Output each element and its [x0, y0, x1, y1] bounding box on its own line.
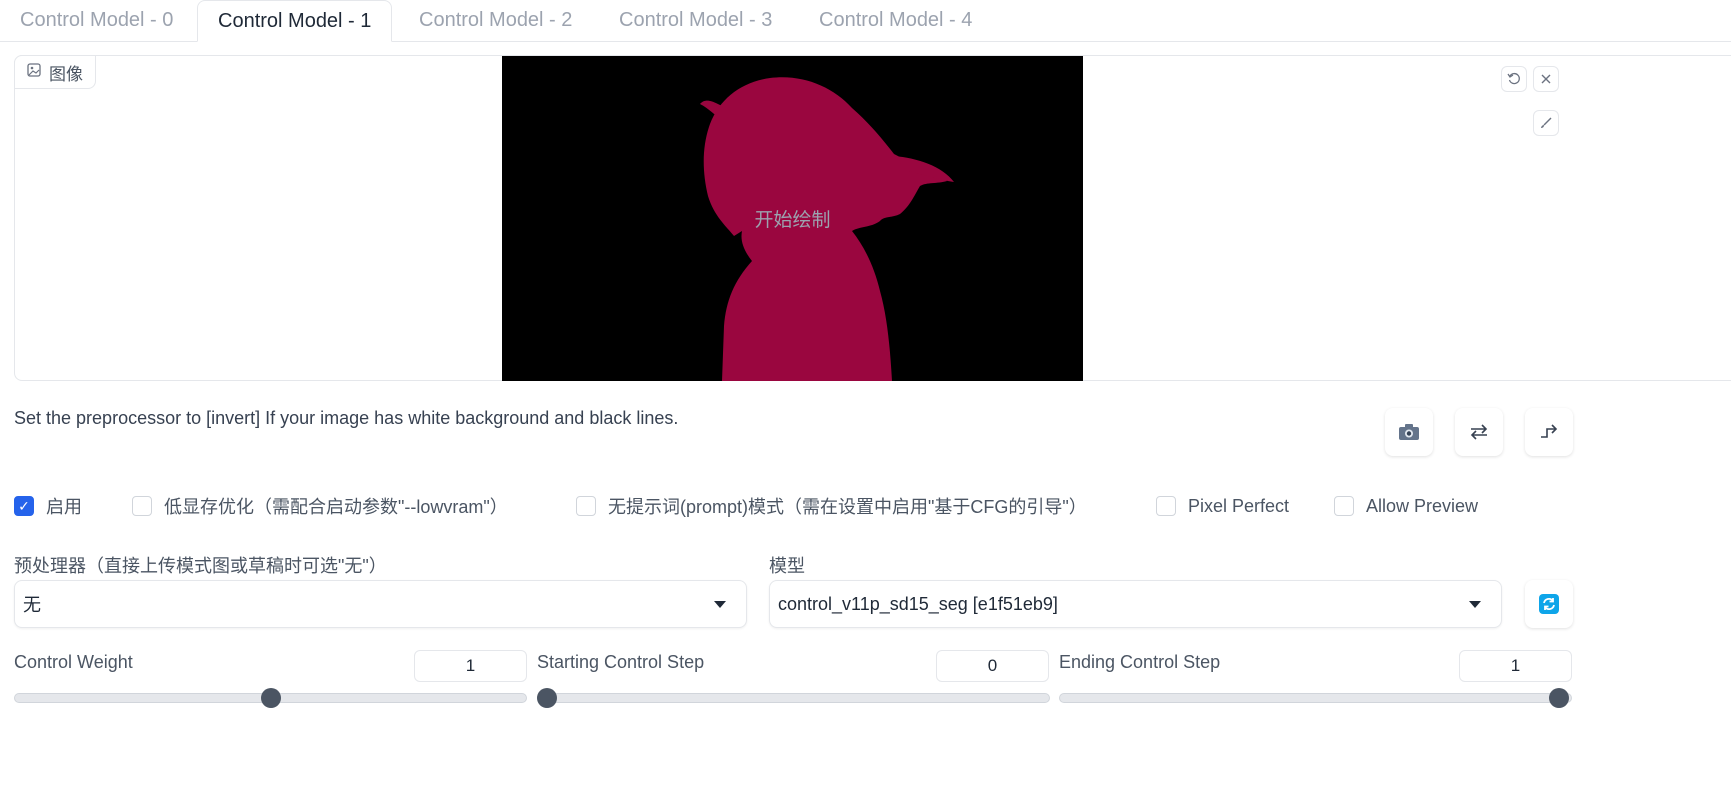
guess-mode-label: 无提示词(prompt)模式（需在设置中启用"基于CFG的引导"） [608, 497, 1087, 517]
pixel-perfect-label: Pixel Perfect [1188, 495, 1290, 516]
pixel-perfect-checkbox[interactable]: Pixel Perfect [1156, 491, 1289, 521]
allow-preview-check-box[interactable] [1334, 496, 1354, 516]
pixel-perfect-check-box[interactable] [1156, 496, 1176, 516]
tab-control-model-3[interactable]: Control Model - 3 [599, 0, 792, 41]
refresh-models-button[interactable] [1525, 580, 1573, 628]
brush-icon[interactable] [1533, 110, 1559, 136]
control-weight-input[interactable]: 1 [414, 650, 527, 682]
close-icon[interactable] [1533, 66, 1559, 92]
allow-preview-label: Allow Preview [1366, 495, 1479, 516]
lowvram-check-box[interactable] [132, 496, 152, 516]
chevron-down-icon [1469, 601, 1481, 608]
tab-control-model-2[interactable]: Control Model - 2 [399, 0, 592, 41]
model-dropdown[interactable]: control_v11p_sd15_seg [e1f51eb9] [769, 580, 1502, 628]
image-icon [27, 62, 41, 82]
starting-step-slider-thumb[interactable] [537, 688, 557, 708]
preprocessor-value: 无 [23, 595, 41, 615]
ending-step-label: Ending Control Step [1059, 652, 1221, 672]
starting-step-slider[interactable] [537, 693, 1050, 703]
enable-label: 启用 [46, 497, 82, 517]
guess-mode-checkbox[interactable]: 无提示词(prompt)模式（需在设置中启用"基于CFG的引导"） [576, 491, 1087, 521]
camera-icon[interactable] [1385, 408, 1433, 456]
tab-control-model-4[interactable]: Control Model - 4 [799, 0, 992, 41]
undo-icon[interactable] [1501, 66, 1527, 92]
swap-icon[interactable] [1455, 408, 1503, 456]
guess-mode-check-box[interactable] [576, 496, 596, 516]
image-label-badge: 图像 [14, 55, 96, 89]
ending-step-slider[interactable] [1059, 693, 1572, 703]
control-weight-label: Control Weight [14, 652, 133, 672]
enable-check-box[interactable]: ✓ [14, 496, 34, 516]
image-label-text: 图像 [49, 64, 83, 84]
ending-step-input[interactable]: 1 [1459, 650, 1572, 682]
control-weight-slider-thumb[interactable] [260, 688, 281, 708]
starting-step-label: Starting Control Step [537, 652, 705, 672]
lowvram-label: 低显存优化（需配合启动参数"--lowvram"） [164, 497, 508, 517]
tab-control-model-0[interactable]: Control Model - 0 [0, 0, 193, 41]
ending-step-slider-thumb[interactable] [1549, 688, 1569, 708]
start-drawing-overlay[interactable]: 开始绘制 [502, 205, 1083, 232]
lowvram-checkbox[interactable]: 低显存优化（需配合启动参数"--lowvram"） [132, 491, 508, 521]
preprocessor-dropdown[interactable]: 无 [14, 580, 747, 628]
refresh-icon [1539, 594, 1559, 614]
chevron-down-icon [714, 601, 726, 608]
preprocessor-label: 预处理器（直接上传模式图或草稿时可选"无"） [14, 556, 387, 576]
model-value: control_v11p_sd15_seg [e1f51eb9] [778, 593, 1058, 614]
tab-control-model-1[interactable]: Control Model - 1 [197, 0, 393, 42]
allow-preview-checkbox[interactable]: Allow Preview [1334, 491, 1478, 521]
send-dimensions-icon[interactable] [1525, 408, 1573, 456]
preprocessor-hint: Set the preprocessor to [invert] If your… [14, 408, 679, 428]
starting-step-input[interactable]: 0 [936, 650, 1049, 682]
model-label: 模型 [769, 556, 805, 576]
enable-checkbox[interactable]: ✓ 启用 [14, 491, 82, 521]
